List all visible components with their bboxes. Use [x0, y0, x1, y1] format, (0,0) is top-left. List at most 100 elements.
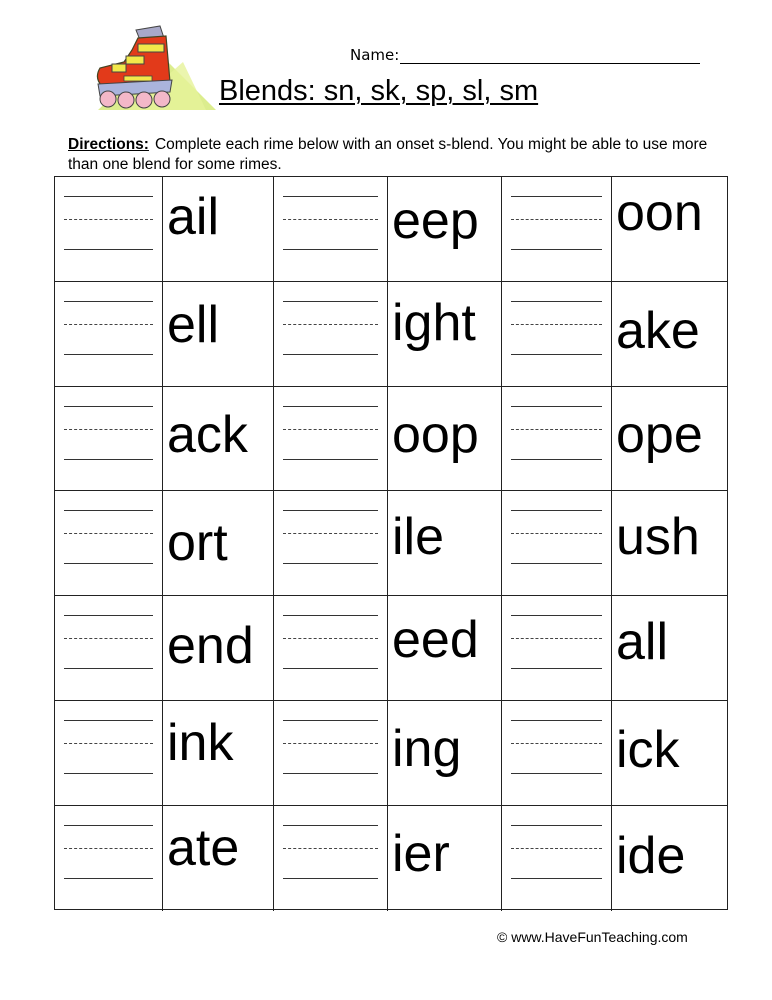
- writing-line: [64, 824, 153, 826]
- blend-answer-blank[interactable]: [273, 177, 387, 282]
- dashed-midline: [511, 743, 602, 744]
- writing-line: [283, 615, 378, 617]
- writing-line: [511, 300, 602, 302]
- rime-cell: ink: [162, 701, 273, 806]
- dashed-midline: [283, 743, 378, 744]
- worksheet-row: ail eep oon: [55, 177, 727, 282]
- rime-text: ing: [392, 720, 462, 778]
- writing-line: [511, 615, 602, 617]
- dashed-midline: [64, 847, 153, 849]
- name-input-line[interactable]: [400, 63, 700, 64]
- writing-line: [511, 353, 602, 355]
- blend-answer-blank[interactable]: [55, 177, 162, 282]
- blend-answer-blank[interactable]: [273, 491, 387, 597]
- blend-answer-blank[interactable]: [55, 491, 162, 596]
- writing-line: [511, 773, 602, 774]
- dashed-midline: [283, 323, 378, 325]
- rime-text: ate: [167, 818, 240, 877]
- dashed-midline: [64, 323, 153, 325]
- writing-line: [283, 405, 378, 407]
- writing-line: [283, 563, 378, 565]
- writing-line: [64, 353, 153, 355]
- blend-answer-blank[interactable]: [501, 805, 611, 911]
- writing-line: [283, 510, 378, 512]
- rime-cell: oop: [387, 386, 501, 492]
- rime-text: eep: [392, 192, 479, 250]
- worksheet-title: Blends: sn, sk, sp, sl, sm: [219, 75, 539, 107]
- blend-answer-blank[interactable]: [55, 282, 162, 387]
- writing-line: [511, 458, 602, 460]
- writing-line: [283, 353, 378, 355]
- blend-answer-blank[interactable]: [273, 596, 387, 702]
- rime-text: ort: [167, 514, 228, 573]
- rime-cell: ate: [162, 805, 273, 911]
- dashed-midline: [283, 533, 378, 535]
- rime-text: oop: [392, 405, 479, 464]
- blend-answer-blank[interactable]: [273, 805, 387, 911]
- blend-answer-blank[interactable]: [273, 386, 387, 492]
- rime-text: ope: [616, 405, 703, 464]
- dashed-midline: [64, 743, 153, 744]
- dashed-midline: [64, 638, 153, 640]
- writing-line: [511, 668, 602, 670]
- blend-answer-blank[interactable]: [501, 596, 611, 702]
- blend-answer-blank[interactable]: [55, 596, 162, 701]
- writing-line: [283, 720, 378, 721]
- dashed-midline: [283, 428, 378, 430]
- rime-text: ight: [392, 293, 476, 352]
- writing-line: [511, 824, 602, 826]
- worksheet-row: ink ing ick: [55, 700, 727, 806]
- rime-cell: eed: [387, 596, 501, 702]
- blend-answer-blank[interactable]: [55, 387, 162, 492]
- rime-text: all: [616, 613, 669, 672]
- rime-cell: ell: [162, 281, 273, 387]
- writing-line: [511, 563, 602, 565]
- rime-text: ick: [616, 721, 680, 779]
- writing-line: [64, 458, 153, 460]
- blend-answer-blank[interactable]: [273, 281, 387, 387]
- writing-line: [64, 720, 153, 721]
- dashed-midline: [511, 638, 602, 640]
- writing-line: [511, 249, 602, 250]
- writing-line: [64, 563, 153, 565]
- blend-answer-blank[interactable]: [55, 806, 162, 911]
- rime-text: ell: [167, 295, 220, 354]
- writing-line: [64, 249, 153, 250]
- writing-line: [283, 877, 378, 879]
- blend-answer-blank[interactable]: [501, 281, 611, 387]
- blend-answer-blank[interactable]: [501, 491, 611, 597]
- rime-cell: ush: [611, 491, 727, 597]
- dashed-midline: [283, 847, 378, 849]
- writing-line: [64, 300, 153, 302]
- rime-text: ush: [616, 508, 700, 567]
- dashed-midline: [511, 847, 602, 849]
- writing-line: [511, 510, 602, 512]
- blend-answer-blank[interactable]: [273, 701, 387, 806]
- rime-cell: ake: [611, 281, 727, 387]
- rime-text: ier: [392, 824, 450, 883]
- blend-answer-blank[interactable]: [501, 386, 611, 492]
- rime-text: ink: [167, 714, 234, 772]
- writing-line: [283, 824, 378, 826]
- worksheet-row: ell ight ake: [55, 280, 727, 387]
- writing-line: [64, 877, 153, 879]
- rime-cell: ight: [387, 281, 501, 387]
- rime-cell: ick: [611, 701, 727, 806]
- rime-text: oon: [616, 184, 703, 242]
- directions: Directions: Complete each rime below with…: [68, 135, 728, 175]
- blend-answer-blank[interactable]: [501, 701, 611, 806]
- writing-line: [511, 877, 602, 879]
- writing-line: [511, 196, 602, 197]
- worksheet-row: ate ier ide: [55, 804, 727, 911]
- directions-label: Directions:: [68, 136, 149, 153]
- rime-cell: all: [611, 596, 727, 702]
- name-field[interactable]: Name:: [350, 46, 700, 64]
- dashed-midline: [64, 533, 153, 535]
- blend-answer-blank[interactable]: [55, 701, 162, 806]
- worksheet-row: ack oop ope: [55, 385, 727, 492]
- writing-line: [283, 668, 378, 670]
- inline-skate-icon: [96, 25, 216, 110]
- rime-cell: ile: [387, 491, 501, 597]
- blend-answer-blank[interactable]: [501, 177, 611, 282]
- worksheet-grid: ail eep oon ell ight ake ack oop ope ort ile ush end…: [54, 176, 728, 911]
